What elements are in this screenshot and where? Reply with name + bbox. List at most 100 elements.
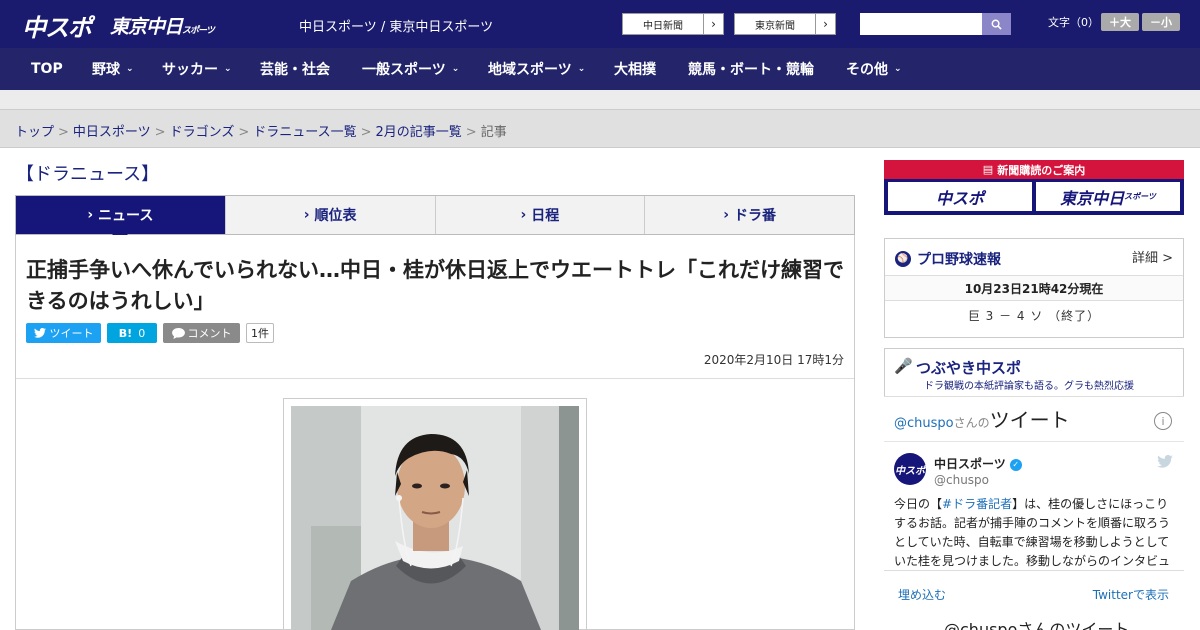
- tweet-hashtag[interactable]: #ドラ番記者: [942, 497, 1012, 511]
- chevron-down-icon: ⌄: [224, 64, 232, 74]
- chevron-right-icon: ›: [723, 207, 734, 223]
- nav-racing[interactable]: 競馬・ボート・競輪: [688, 48, 814, 90]
- nav-label: TOP: [31, 61, 63, 77]
- hatena-count: 0: [138, 326, 146, 340]
- tab-label: ニュース: [98, 208, 154, 224]
- ext-link-label: 中日新聞: [643, 20, 683, 32]
- news-tabs: › ニュース › 順位表 › 日程 › ドラ番: [15, 195, 855, 242]
- comment-count[interactable]: 1件: [246, 323, 274, 343]
- tweet-text-before: 今日の【: [894, 497, 943, 511]
- tweet-account-name[interactable]: 中日スポーツ ✓: [934, 455, 1022, 472]
- tweet-text: 今日の【#ドラ番記者】は、桂の優しさにほっこりするお話。記者が捕手陣のコメントを…: [894, 495, 1174, 571]
- breadcrumb-separator: >: [238, 125, 250, 140]
- twitter-bottom-header: @chuspoさんのツイート: [944, 620, 1130, 630]
- divider: [16, 378, 854, 379]
- tab-label: ドラ番: [733, 208, 776, 224]
- avatar[interactable]: 中スポ: [894, 453, 926, 485]
- chuspo-logo[interactable]: 中スポ: [22, 8, 92, 43]
- comment-button[interactable]: コメント: [163, 323, 240, 343]
- score-line[interactable]: 巨 3 － 4 ソ （終了）: [885, 307, 1183, 324]
- nav-other[interactable]: その他 ⌄: [846, 48, 902, 90]
- breadcrumb-separator: >: [58, 125, 69, 140]
- nav-top[interactable]: TOP: [31, 48, 63, 90]
- search-button[interactable]: [982, 13, 1011, 35]
- verified-icon: ✓: [1009, 458, 1022, 471]
- chevron-right-icon: ›: [303, 207, 315, 223]
- ad-band: [0, 90, 1200, 110]
- view-on-twitter-link[interactable]: Twitterで表示: [1093, 586, 1169, 603]
- divider: [884, 570, 1184, 571]
- nav-label: 野球: [92, 62, 120, 78]
- comment-label: コメント: [187, 327, 232, 340]
- chevron-right-icon: ›: [815, 14, 835, 34]
- divider: [884, 441, 1184, 442]
- player-photo-image: [291, 406, 579, 630]
- twitter-bird-icon[interactable]: [1157, 454, 1173, 472]
- article-photo[interactable]: [291, 406, 579, 630]
- nav-label: サッカー: [162, 62, 218, 78]
- embed-link[interactable]: 埋め込む: [898, 586, 946, 603]
- search-icon: [991, 19, 1002, 30]
- breadcrumb-link[interactable]: トップ: [15, 125, 54, 140]
- tab-standings[interactable]: › 順位表: [225, 196, 436, 234]
- banner-title-text: 新聞購読のご案内: [997, 163, 1086, 177]
- tweet-account-handle[interactable]: @chuspo: [934, 473, 989, 487]
- subscribe-tokyo-label: 東京中日: [1060, 188, 1125, 208]
- chevron-down-icon: ⌄: [577, 64, 586, 74]
- tsubuyaki-title: つぶやき中スポ: [916, 359, 1022, 377]
- baseball-heading: ⚾ プロ野球速報: [895, 249, 1001, 269]
- chevron-right-icon: ›: [703, 14, 723, 34]
- nav-label: 芸能・社会: [260, 62, 330, 78]
- hatena-icon: B!: [118, 326, 133, 340]
- chunichi-shimbun-link[interactable]: 中日新聞 ›: [622, 13, 724, 35]
- search-input[interactable]: [860, 13, 982, 35]
- subscription-banner-title[interactable]: ▤ 新聞購読のご案内: [884, 160, 1184, 179]
- tokyo-logo-small: スポーツ: [182, 26, 215, 36]
- article-headline: 正捕手争いへ休んでいられない…中日・桂が休日返上でウエートトレ「これだけ練習でき…: [26, 258, 844, 313]
- chevron-down-icon: ⌄: [451, 64, 460, 74]
- subscribe-chuspo-button[interactable]: 中スポ: [888, 182, 1032, 211]
- nav-general-sports[interactable]: 一般スポーツ ⌄: [362, 48, 459, 90]
- breadcrumb-current: 記事: [480, 125, 507, 140]
- font-size-label: 文字（0）: [1048, 16, 1099, 29]
- subscribe-tokyo-small: スポーツ: [1124, 192, 1156, 201]
- nav-local-sports[interactable]: 地域スポーツ ⌄: [488, 48, 585, 90]
- site-links[interactable]: 中日スポーツ / 東京中日スポーツ: [299, 16, 493, 35]
- breadcrumb-link[interactable]: ドラゴンズ: [170, 125, 235, 140]
- breadcrumb-separator: >: [360, 125, 372, 140]
- tab-news[interactable]: › ニュース: [16, 196, 226, 242]
- breadcrumb-link[interactable]: 2月の記事一覧: [376, 125, 462, 140]
- chevron-right-icon: ›: [520, 207, 532, 223]
- hatena-bookmark-button[interactable]: B! 0: [107, 323, 157, 343]
- nav-entertainment[interactable]: 芸能・社会: [260, 48, 330, 90]
- nav-label: 大相撲: [614, 62, 656, 78]
- section-title: 【ドラニュース】: [16, 164, 160, 185]
- tweet-button[interactable]: ツイート: [26, 323, 101, 343]
- microphone-icon: 🎤: [894, 357, 913, 375]
- font-smaller-button[interactable]: －小: [1142, 13, 1180, 31]
- info-icon[interactable]: i: [1154, 412, 1172, 430]
- tab-label: 日程: [531, 208, 560, 224]
- tokyo-chunichi-logo[interactable]: 東京中日スポーツ: [110, 12, 215, 39]
- twitter-embed-header: @chuspoさんのツイート: [894, 404, 1070, 433]
- ext-link-label: 東京新聞: [755, 20, 795, 32]
- breadcrumb: トップ > 中日スポーツ > ドラゴンズ > ドラニュース一覧 >2月の記事一覧 > 記事: [15, 121, 507, 140]
- breadcrumb-link[interactable]: 中日スポーツ: [73, 125, 151, 140]
- twitter-header-tweet-word: ツイート: [989, 408, 1070, 432]
- twitter-icon: [33, 328, 46, 338]
- subscribe-tokyo-button[interactable]: 東京中日 スポーツ: [1036, 182, 1180, 211]
- tsubuyaki-subtitle: ドラ観戦の本紙評論家も語る。グラも熱烈応援: [924, 381, 1134, 392]
- nav-sumo[interactable]: 大相撲: [614, 48, 656, 90]
- tokyo-shimbun-link[interactable]: 東京新聞 ›: [734, 13, 836, 35]
- breadcrumb-separator: >: [154, 125, 166, 140]
- tab-beat-reporter[interactable]: › ドラ番: [645, 196, 854, 234]
- twitter-header-handle[interactable]: @chuspo: [894, 416, 954, 431]
- baseball-detail-link[interactable]: 詳細 >: [1132, 247, 1173, 266]
- font-larger-button[interactable]: ＋大: [1101, 13, 1139, 31]
- breadcrumb-link[interactable]: ドラニュース一覧: [253, 125, 356, 140]
- tab-schedule[interactable]: › 日程: [435, 196, 646, 234]
- nav-baseball[interactable]: 野球 ⌄: [92, 48, 134, 90]
- newspaper-icon: ▤: [982, 163, 994, 176]
- nav-soccer[interactable]: サッカー ⌄: [162, 48, 232, 90]
- nav-label: その他: [846, 62, 888, 78]
